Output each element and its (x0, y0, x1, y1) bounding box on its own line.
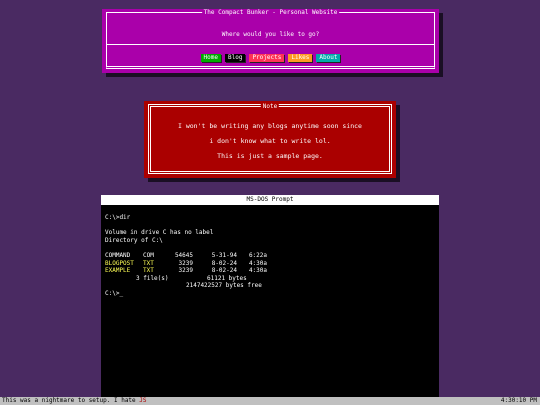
nav-about-button[interactable]: About (316, 54, 341, 62)
dos-summary-line: 3 file(s) 61121 bytes (105, 275, 435, 283)
status-message: This was a nightmare to setup. I hate JS (2, 397, 147, 405)
dos-file-ext: COM (143, 251, 154, 259)
header-panel: The Compact Bunker - Personal Website Wh… (102, 9, 439, 73)
dos-file-count: 3 file(s) (136, 274, 169, 282)
dos-console[interactable]: C:\>dir Volume in drive C has no label D… (105, 214, 435, 298)
dos-file-row: EXAMPLE TXT 3239 8-02-24 4:30a (105, 267, 435, 275)
status-message-highlight: JS (139, 397, 147, 404)
dos-file-size: 3239 (178, 267, 193, 275)
nav-bar: Home Blog Projects Likes About (102, 54, 439, 62)
dos-file-name: BLOGPOST (105, 259, 134, 267)
dos-free-line: 2147422527 bytes free (105, 282, 435, 290)
dos-file-size: 3239 (178, 259, 193, 267)
dos-file-time: 6:22a (248, 251, 267, 259)
dos-file-ext: TXT (143, 259, 154, 267)
status-clock: 4:30:10 PM (500, 397, 537, 404)
nav-likes-button[interactable]: Likes (288, 54, 313, 62)
note-line-3: This is just a sample page. (217, 152, 323, 160)
dos-volume-line: Volume in drive C has no label (105, 229, 214, 237)
dos-window: MS-DOS Prompt C:\>dir Volume in drive C … (101, 195, 439, 397)
note-line-2: i don't know what to write lol. (209, 137, 331, 145)
dos-directory-line: Directory of C:\ (105, 236, 163, 244)
dos-file-row: BLOGPOST TXT 3239 8-02-24 4:30a (105, 260, 435, 268)
dos-free-bytes: 2147422527 bytes free (186, 282, 262, 290)
dos-file-ext: TXT (143, 267, 154, 275)
note-title: Note (260, 103, 280, 110)
dos-cursor-prompt: C:\>_ (105, 289, 124, 297)
nav-projects-button[interactable]: Projects (249, 54, 285, 62)
status-bar: This was a nightmare to setup. I hate JS… (0, 397, 540, 405)
nav-question: Where would you like to go? (221, 31, 320, 38)
dos-file-name: EXAMPLE (105, 267, 131, 275)
dos-file-time: 4:30a (248, 259, 267, 267)
note-line-1: I won't be writing any blogs anytime soo… (178, 122, 362, 130)
dos-file-date: 8-02-24 (211, 259, 237, 267)
dos-command-line: C:\>dir (105, 214, 131, 221)
header-divider (106, 44, 435, 45)
dos-title-bar[interactable]: MS-DOS Prompt (101, 195, 439, 205)
nav-home-button[interactable]: Home (200, 54, 221, 62)
dos-file-size: 54645 (174, 251, 193, 259)
dos-file-date: 8-02-24 (211, 267, 237, 275)
dos-file-time: 4:30a (248, 267, 267, 275)
dos-file-list: COMMAND COM 54645 5-31-94 6:22a BLOGPOST TXT 32… (105, 252, 435, 275)
dos-file-date: 5-31-94 (211, 251, 237, 259)
dos-used-bytes: 61121 bytes (207, 274, 247, 282)
status-message-text: This was a nightmare to setup. I hate (2, 397, 136, 404)
nav-blog-button[interactable]: Blog (224, 54, 246, 62)
dos-file-row: COMMAND COM 54645 5-31-94 6:22a (105, 252, 435, 260)
note-panel: Note I won't be writing any blogs anytim… (144, 101, 396, 178)
dos-file-name: COMMAND (105, 251, 131, 259)
site-title: The Compact Bunker - Personal Website (201, 9, 340, 16)
